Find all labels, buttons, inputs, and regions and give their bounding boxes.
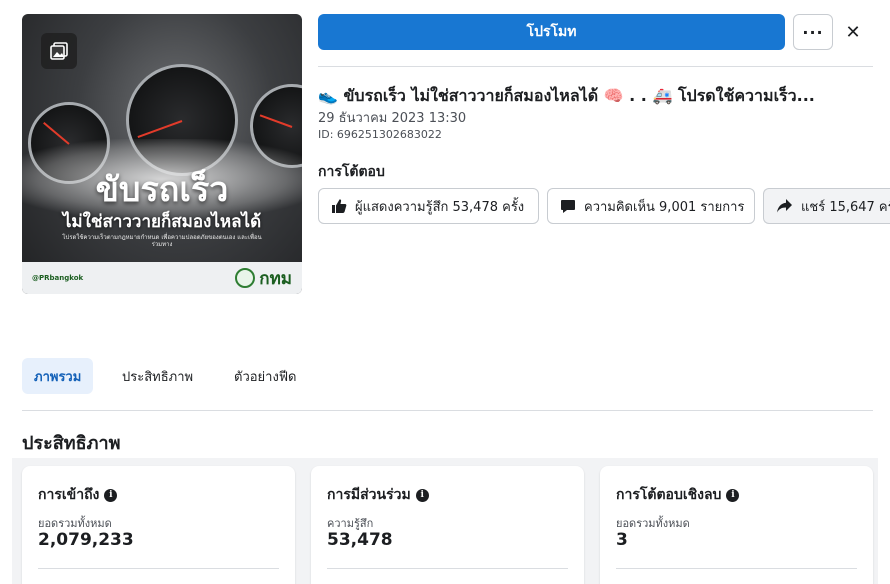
tab-performance[interactable]: ประสิทธิภาพ [110, 358, 205, 394]
header-divider [318, 66, 873, 67]
bma-seal-icon [235, 268, 256, 288]
card-value: 53,478 [327, 530, 393, 550]
info-icon[interactable]: i [104, 488, 118, 502]
reactions-count-label: ผู้แสดงความรู้สึก 53,478 ครั้ง [355, 199, 525, 215]
post-id: ID: 696251302683022 [318, 128, 442, 141]
comments-button[interactable]: ความคิดเห็น 9,001 รายการ [547, 188, 755, 224]
album-icon [41, 33, 77, 69]
tabs-divider [22, 410, 873, 411]
card-title: การมีส่วนร่วม [327, 487, 411, 503]
interactions-label: การโต้ตอบ [318, 164, 385, 180]
shares-count-label: แชร์ 15,647 ครั้ง [801, 199, 890, 215]
close-button[interactable]: ✕ [840, 19, 866, 45]
share-arrow-icon [777, 199, 792, 213]
more-button[interactable]: ··· [793, 14, 833, 50]
card-divider [327, 568, 568, 569]
thumbnail-subtitle: ไม่ใช่สาววายก็สมองไหลได้ [62, 212, 262, 232]
comments-count-label: ความคิดเห็น 9,001 รายการ [584, 199, 745, 215]
shares-button[interactable]: แชร์ 15,647 ครั้ง [763, 188, 890, 224]
engagement-card: การมีส่วนร่วม i ความรู้สึก 53,478 [311, 466, 584, 584]
card-value: 2,079,233 [38, 530, 134, 550]
close-icon: ✕ [845, 21, 861, 43]
bma-logo: กทม [235, 265, 292, 292]
card-divider [616, 568, 857, 569]
negative-feedback-card: การโต้ตอบเชิงลบ i ยอดรวมทั้งหมด 3 [600, 466, 873, 584]
thumbnail-title: ขับรถเร็ว [95, 170, 229, 210]
more-dots-icon: ··· [802, 22, 824, 42]
tab-feed-preview[interactable]: ตัวอย่างฟีด [222, 358, 308, 394]
performance-heading: ประสิทธิภาพ [22, 433, 121, 454]
thumbnail-footer: @PRbangkok กทม [22, 262, 302, 294]
card-divider [38, 568, 279, 569]
card-value: 3 [616, 530, 628, 550]
card-title: การเข้าถึง [38, 487, 100, 503]
info-icon[interactable]: i [415, 488, 429, 502]
post-thumbnail[interactable]: ขับรถเร็ว ไม่ใช่สาววายก็สมองไหลได้ โปรดใ… [22, 14, 302, 294]
bma-logo-text: กทม [259, 268, 292, 289]
comment-bubble-icon [561, 200, 575, 213]
thumbnail-handle: @PRbangkok [32, 274, 84, 282]
thumbs-up-icon [332, 199, 347, 213]
promote-button[interactable]: โปรโมท [318, 14, 785, 50]
reach-card: การเข้าถึง i ยอดรวมทั้งหมด 2,079,233 [22, 466, 295, 584]
thumbnail-small-text: โปรดใช้ความเร็วตามกฎหมายกำหนด เพื่อความป… [62, 234, 262, 248]
post-date: 29 ธันวาคม 2023 13:30 [318, 111, 467, 126]
reactions-button[interactable]: ผู้แสดงความรู้สึก 53,478 ครั้ง [318, 188, 539, 224]
post-title: 👟 ขับรถเร็ว ไม่ใช่สาววายก็สมองไหลได้ 🧠 .… [318, 86, 815, 105]
info-icon[interactable]: i [726, 488, 740, 502]
tab-overview[interactable]: ภาพรวม [22, 358, 94, 394]
card-title: การโต้ตอบเชิงลบ [616, 487, 722, 503]
